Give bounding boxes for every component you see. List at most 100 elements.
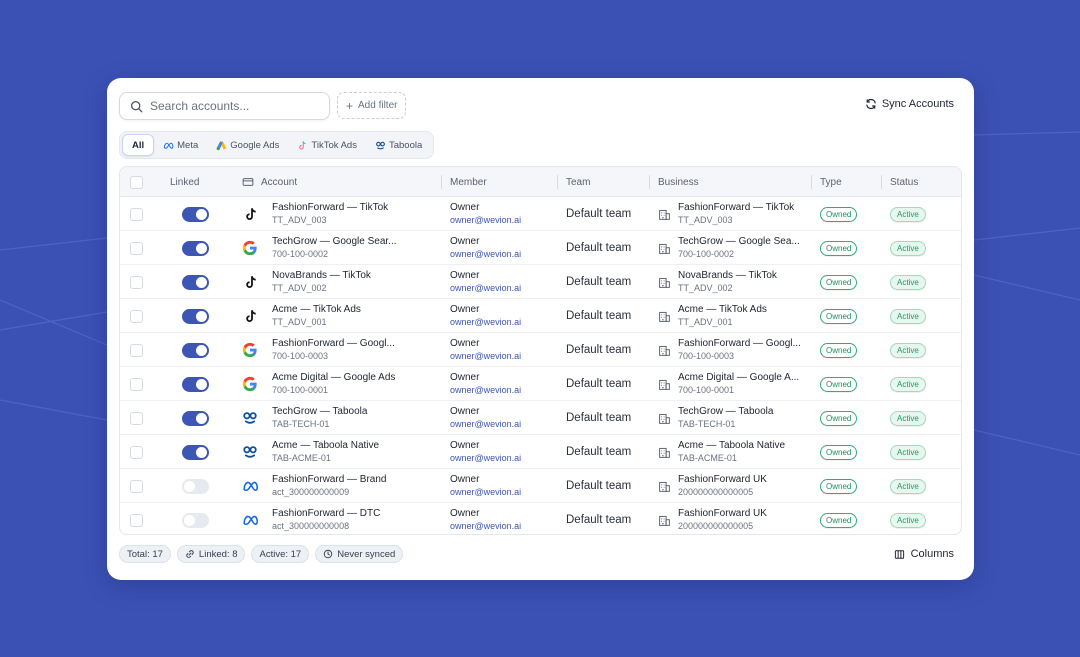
tab-tiktok-ads[interactable]: TikTok Ads (288, 134, 366, 156)
sync-accounts-button[interactable]: Sync Accounts (865, 98, 954, 110)
header-business[interactable]: Business (649, 167, 699, 197)
table-row[interactable]: FashionForward — DTC act_300000000008 Ow… (120, 503, 961, 534)
row-checkbox[interactable] (130, 309, 143, 323)
header-linked[interactable]: Linked (170, 167, 199, 197)
header-member[interactable]: Member (441, 167, 487, 197)
tab-label: Meta (177, 139, 199, 151)
linked-cell (182, 333, 209, 367)
row-checkbox[interactable] (130, 241, 143, 255)
type-badge: Owned (820, 240, 858, 256)
table-row[interactable]: TechGrow — Google Sear... 700-100-0002 O… (120, 231, 961, 265)
member-email[interactable]: owner@wevion.ai (450, 384, 521, 397)
tab-taboola[interactable]: Taboola (366, 134, 431, 156)
business-cell: Acme Digital — Google A... 700-100-0001 (658, 367, 799, 401)
account-name[interactable]: Acme — Taboola Native (272, 439, 379, 452)
header-team[interactable]: Team (557, 167, 590, 197)
account-id: TT_ADV_001 (272, 317, 327, 327)
account-name[interactable]: Acme Digital — Google Ads (272, 371, 395, 384)
row-checkbox[interactable] (130, 411, 143, 425)
account-name[interactable]: NovaBrands — TikTok (272, 269, 371, 282)
table-row[interactable]: TechGrow — Taboola TAB-TECH-01 Owner own… (120, 401, 961, 435)
linked-cell (182, 265, 209, 299)
type-badge: Owned (820, 376, 858, 392)
member-email[interactable]: owner@wevion.ai (450, 452, 521, 465)
account-name[interactable]: TechGrow — Google Sear... (272, 235, 397, 248)
status-cell: Active (890, 231, 926, 265)
row-select-cell (130, 401, 143, 435)
linked-toggle[interactable] (182, 206, 209, 222)
search-input[interactable] (150, 99, 310, 113)
account-name[interactable]: FashionForward — Brand (272, 473, 387, 486)
member-email[interactable]: owner@wevion.ai (450, 486, 521, 499)
account-cell: NovaBrands — TikTok TT_ADV_002 (272, 265, 371, 299)
member-email[interactable]: owner@wevion.ai (450, 282, 521, 295)
table-row[interactable]: FashionForward — Googl... 700-100-0003 O… (120, 333, 961, 367)
team-name: Default team (566, 480, 632, 492)
account-cell: FashionForward — TikTok TT_ADV_003 (272, 197, 388, 231)
account-name[interactable]: FashionForward — DTC (272, 507, 380, 520)
table-row[interactable]: Acme — Taboola Native TAB-ACME-01 Owner … (120, 435, 961, 469)
search-box[interactable] (119, 92, 330, 120)
linked-toggle[interactable] (182, 512, 209, 528)
row-checkbox[interactable] (130, 275, 143, 289)
linked-toggle[interactable] (182, 240, 209, 256)
select-all-checkbox[interactable] (130, 175, 143, 189)
table-row[interactable]: Acme Digital — Google Ads 700-100-0001 O… (120, 367, 961, 401)
row-checkbox[interactable] (130, 513, 143, 527)
member-email[interactable]: owner@wevion.ai (450, 248, 521, 261)
account-cell: FashionForward — Googl... 700-100-0003 (272, 333, 395, 367)
account-id: act_300000000009 (272, 487, 350, 497)
link-icon (186, 550, 194, 558)
business-name: FashionForward UK (678, 474, 767, 485)
linked-toggle[interactable] (182, 342, 209, 358)
member-email[interactable]: owner@wevion.ai (450, 316, 521, 329)
business-name: NovaBrands — TikTok (678, 270, 777, 281)
tab-meta[interactable]: Meta (154, 134, 207, 156)
tab-google-ads[interactable]: Google Ads (207, 134, 288, 156)
member-role: Owner (450, 508, 480, 519)
member-email[interactable]: owner@wevion.ai (450, 520, 521, 533)
tab-all[interactable]: All (122, 134, 155, 156)
header-account[interactable]: Account (242, 167, 297, 197)
row-checkbox[interactable] (130, 343, 143, 357)
business-name: Acme Digital — Google A... (678, 372, 800, 383)
header-status[interactable]: Status (881, 167, 918, 197)
row-checkbox[interactable] (130, 207, 143, 221)
status-badge: Active (890, 444, 926, 460)
member-role: Owner (450, 304, 480, 315)
linked-toggle[interactable] (182, 274, 209, 290)
team-cell: Default team (566, 401, 631, 435)
linked-toggle[interactable] (182, 410, 209, 426)
business-name: TechGrow — Google Sea... (678, 236, 800, 247)
business-name: TechGrow — Taboola (678, 406, 774, 417)
linked-toggle[interactable] (182, 478, 209, 494)
type-cell: Owned (820, 367, 858, 401)
account-name[interactable]: TechGrow — Taboola (272, 405, 367, 418)
table-row[interactable]: FashionForward — TikTok TT_ADV_003 Owner… (120, 197, 961, 231)
taboola-icon (241, 443, 259, 461)
row-checkbox[interactable] (130, 479, 143, 493)
table-row[interactable]: Acme — TikTok Ads TT_ADV_001 Owner owner… (120, 299, 961, 333)
columns-button[interactable]: Columns (894, 548, 954, 560)
linked-toggle[interactable] (182, 376, 209, 392)
row-checkbox[interactable] (130, 377, 143, 391)
business-cell: Acme — TikTok Ads TT_ADV_001 (658, 299, 767, 333)
member-email[interactable]: owner@wevion.ai (450, 350, 521, 363)
linked-toggle[interactable] (182, 308, 209, 324)
account-name[interactable]: FashionForward — Googl... (272, 337, 395, 350)
linked-toggle[interactable] (182, 444, 209, 460)
status-cell: Active (890, 299, 926, 333)
row-checkbox[interactable] (130, 445, 143, 459)
business-id: 700-100-0003 (678, 351, 735, 361)
linked-cell (182, 299, 209, 333)
table-row[interactable]: NovaBrands — TikTok TT_ADV_002 Owner own… (120, 265, 961, 299)
building-icon (659, 311, 670, 322)
member-email[interactable]: owner@wevion.ai (450, 418, 521, 431)
account-name[interactable]: Acme — TikTok Ads (272, 303, 361, 316)
account-name[interactable]: FashionForward — TikTok (272, 201, 388, 214)
member-email[interactable]: owner@wevion.ai (450, 214, 521, 227)
add-filter-button[interactable]: + Add filter (337, 92, 407, 119)
team-cell: Default team (566, 231, 631, 265)
table-row[interactable]: FashionForward — Brand act_300000000009 … (120, 469, 961, 503)
header-type[interactable]: Type (811, 167, 842, 197)
